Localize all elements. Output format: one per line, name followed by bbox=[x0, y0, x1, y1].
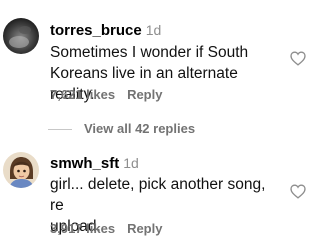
timestamp: 1d bbox=[123, 155, 139, 171]
avatar-illustration-icon bbox=[3, 152, 39, 188]
reply-button[interactable]: Reply bbox=[127, 221, 162, 236]
comment-text-line: Sometimes I wonder if South bbox=[50, 44, 249, 61]
view-replies-label: View all 42 replies bbox=[84, 121, 196, 136]
divider-line bbox=[48, 129, 72, 131]
username[interactable]: smwh_sft bbox=[50, 155, 119, 172]
avatar-photo-icon bbox=[3, 18, 39, 54]
likes-count[interactable]: 3,917 likes bbox=[50, 221, 115, 236]
view-replies-button[interactable]: View all 42 replies bbox=[48, 121, 195, 137]
heart-outline-icon[interactable] bbox=[290, 51, 306, 66]
comment-meta: 7,621 likes Reply bbox=[50, 87, 162, 103]
username[interactable]: torres_bruce bbox=[50, 22, 142, 39]
heart-outline-icon[interactable] bbox=[290, 184, 306, 199]
avatar[interactable] bbox=[3, 18, 39, 54]
avatar[interactable] bbox=[3, 152, 39, 188]
reply-button[interactable]: Reply bbox=[127, 87, 162, 102]
timestamp: 1d bbox=[145, 22, 162, 38]
comment-meta: 3,917 likes Reply bbox=[50, 221, 162, 237]
comment-text-line: girl... delete, pick another song, re bbox=[50, 176, 266, 214]
likes-count[interactable]: 7,621 likes bbox=[50, 87, 115, 102]
comment-header: smwh_sft 1d bbox=[50, 154, 139, 172]
comments-section: torres_bruce 1d Sometimes I wonder if Sou… bbox=[0, 0, 320, 250]
comment-header: torres_bruce 1d bbox=[50, 21, 161, 39]
